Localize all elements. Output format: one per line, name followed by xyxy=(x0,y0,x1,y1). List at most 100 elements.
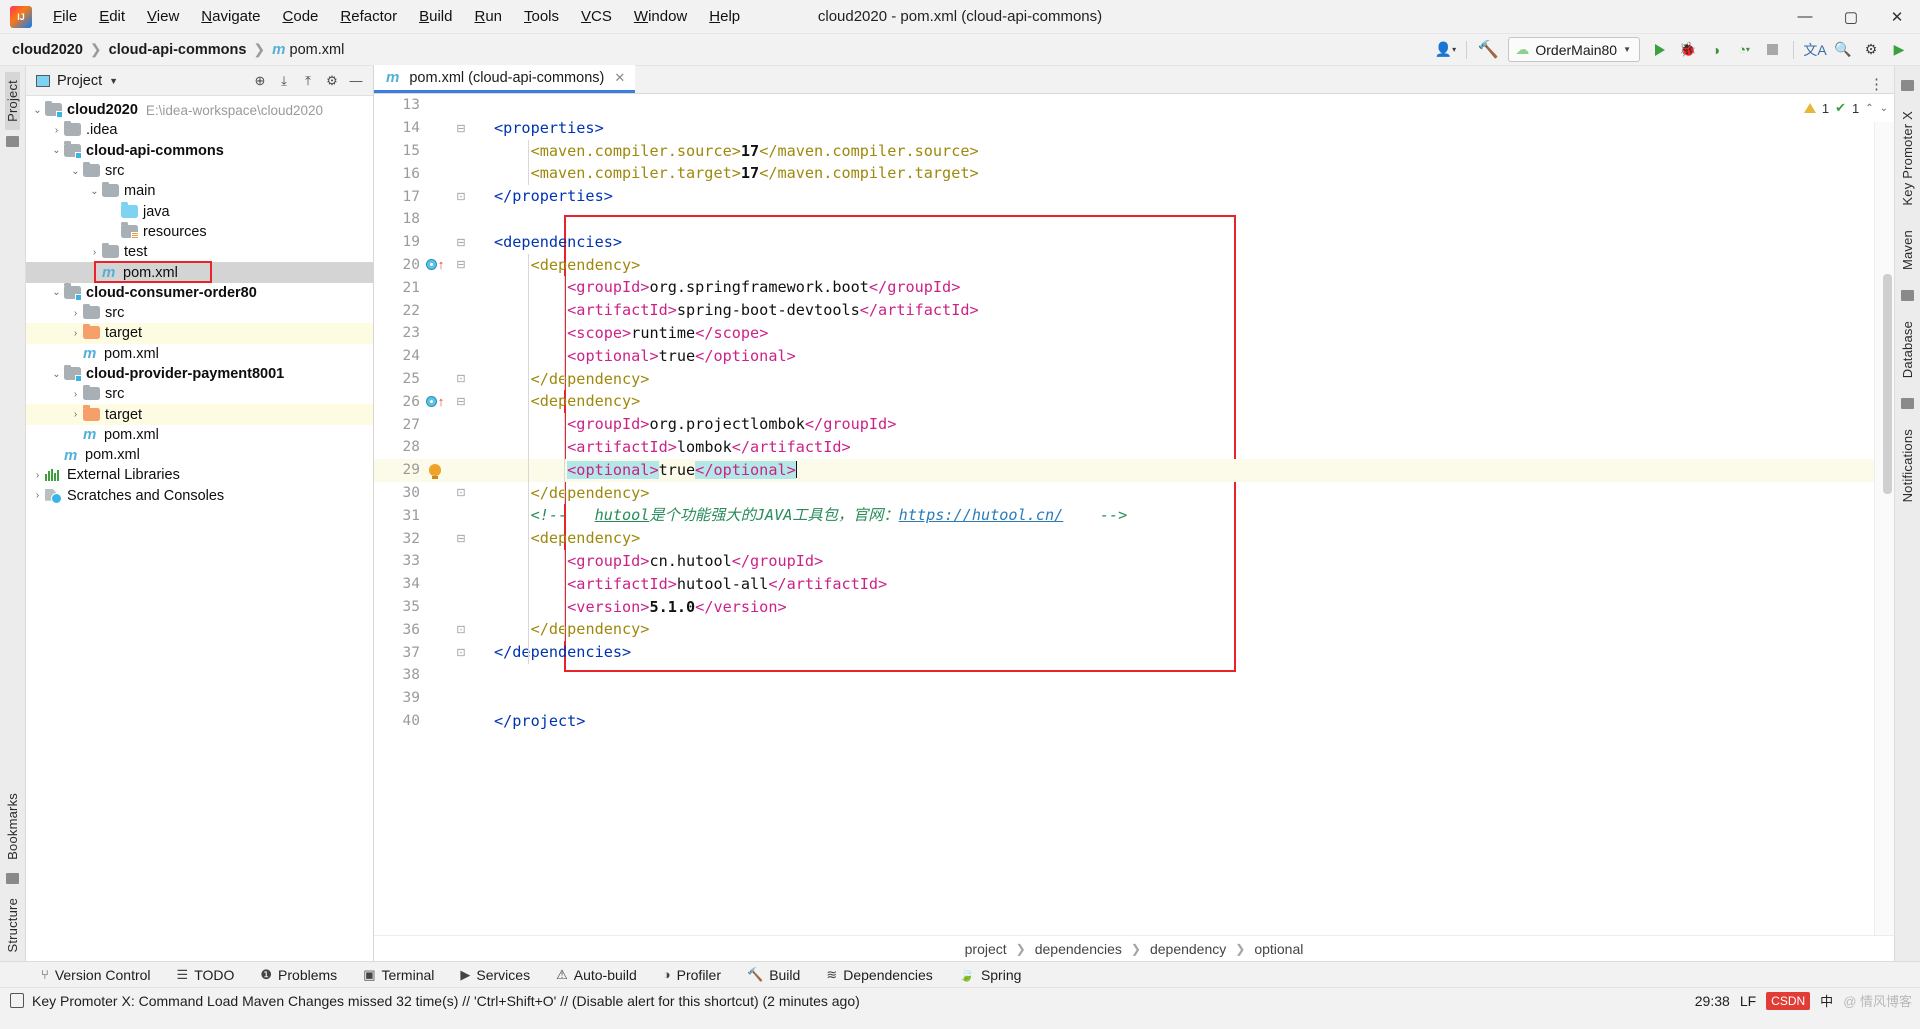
tree-node-src[interactable]: › src xyxy=(26,303,373,323)
code-line[interactable]: <dependencies> xyxy=(486,231,1874,254)
bookmark-icon[interactable] xyxy=(6,873,19,885)
menu-file[interactable]: File xyxy=(42,4,88,30)
translate-icon[interactable]: 文A xyxy=(1802,38,1828,62)
code-line[interactable]: <groupId>cn.hutool</groupId> xyxy=(486,550,1874,573)
tab-pom-xml[interactable]: m pom.xml (cloud-api-commons) ✕ xyxy=(374,65,636,93)
tree-node-cloud2020[interactable]: ⌄ cloud2020 E:\idea-workspace\cloud2020 xyxy=(26,100,373,120)
code-line[interactable]: <dependency> xyxy=(486,527,1874,550)
close-button[interactable]: ✕ xyxy=(1874,0,1920,34)
chevron-down-icon[interactable]: ⌄ xyxy=(49,369,64,380)
code-line[interactable]: </properties> xyxy=(486,185,1874,208)
menu-build[interactable]: Build xyxy=(408,4,463,30)
fold-toggle-icon[interactable]: ⊡ xyxy=(450,623,472,636)
code-line[interactable]: <optional>true</optional> xyxy=(486,458,1874,482)
locate-icon[interactable]: ⊕ xyxy=(249,70,271,92)
close-icon[interactable]: ✕ xyxy=(614,70,625,86)
tool-window-todo[interactable]: ☰ TODO xyxy=(164,967,248,983)
tool-window-build[interactable]: 🔨 Build xyxy=(734,967,813,983)
tree-node-main[interactable]: ⌄ main xyxy=(26,181,373,201)
fold-toggle-icon[interactable]: ⊟ xyxy=(450,236,472,249)
code-line[interactable] xyxy=(486,664,1874,687)
editor-tab-options[interactable]: ⋮ xyxy=(1869,75,1894,93)
override-arrow-icon[interactable]: ↑ xyxy=(438,258,445,271)
editor-scrollbar-thumb[interactable] xyxy=(1883,274,1892,494)
notification-icon[interactable] xyxy=(10,993,24,1008)
code-content[interactable]: <properties> <maven.compiler.source>17</… xyxy=(486,94,1874,935)
ime-indicator[interactable]: 中 xyxy=(1820,991,1833,1010)
tree-node-src[interactable]: ⌄ src xyxy=(26,161,373,181)
chevron-down-icon[interactable]: ▼ xyxy=(109,76,118,86)
menu-run[interactable]: Run xyxy=(463,4,513,30)
updates-icon[interactable]: ▶ xyxy=(1886,38,1912,62)
line-separator[interactable]: LF xyxy=(1740,993,1756,1009)
code-line[interactable]: </dependency> xyxy=(486,618,1874,641)
code-line[interactable] xyxy=(486,208,1874,231)
strip-button-maven[interactable]: Maven xyxy=(1900,220,1915,280)
menu-help[interactable]: Help xyxy=(698,4,751,30)
hide-icon[interactable]: — xyxy=(345,70,367,92)
stop-button[interactable] xyxy=(1759,38,1785,62)
tool-window-dependencies[interactable]: ≋ Dependencies xyxy=(813,967,945,983)
menu-view[interactable]: View xyxy=(136,4,190,30)
notifications-icon[interactable] xyxy=(1901,397,1914,409)
editor-breadcrumb-item[interactable]: project xyxy=(965,941,1007,957)
override-arrow-icon[interactable]: ↑ xyxy=(438,395,445,408)
chevron-right-icon[interactable]: › xyxy=(68,389,83,400)
editor-breadcrumb-item[interactable]: optional xyxy=(1254,941,1303,957)
code-line[interactable]: </dependency> xyxy=(486,482,1874,505)
tree-node-target[interactable]: › target xyxy=(26,404,373,425)
project-tree[interactable]: ⌄ cloud2020 E:\idea-workspace\cloud2020 › .i… xyxy=(26,96,373,961)
code-line[interactable]: <groupId>org.springframework.boot</group… xyxy=(486,276,1874,299)
tree-node-scratches-and-consoles[interactable]: › Scratches and Consoles xyxy=(26,486,373,506)
tree-node--idea[interactable]: › .idea xyxy=(26,120,373,140)
code-line[interactable]: <maven.compiler.target>17</maven.compile… xyxy=(486,162,1874,185)
menu-refactor[interactable]: Refactor xyxy=(329,4,408,30)
strip-button-structure[interactable]: Structure xyxy=(5,890,20,961)
code-line[interactable]: <!-- hutool是个功能强大的JAVA工具包，官网：https://hut… xyxy=(486,504,1874,527)
profiler-button[interactable]: ◔ ▾ xyxy=(1731,38,1757,62)
minimize-button[interactable]: — xyxy=(1782,0,1828,34)
tree-node-java[interactable]: · java xyxy=(26,201,373,221)
gear-icon[interactable]: ⚙ xyxy=(321,70,343,92)
tree-node-cloud-api-commons[interactable]: ⌄ cloud-api-commons xyxy=(26,141,373,161)
chevron-right-icon[interactable]: › xyxy=(68,409,83,420)
user-icon[interactable]: 👤 ▾ xyxy=(1432,38,1458,62)
spring-bean-icon[interactable] xyxy=(425,259,437,271)
run-button[interactable] xyxy=(1647,38,1673,62)
maximize-button[interactable]: ▢ xyxy=(1828,0,1874,34)
strip-button-project[interactable]: Project xyxy=(5,72,20,130)
menu-tools[interactable]: Tools xyxy=(513,4,570,30)
code-line[interactable]: <dependency> xyxy=(486,390,1874,413)
menu-code[interactable]: Code xyxy=(272,4,330,30)
tree-node-pom-xml[interactable]: ·m pom.xml xyxy=(26,262,373,283)
collapse-all-icon[interactable]: ⤒ xyxy=(297,70,319,92)
chevron-up-icon[interactable]: ⌃ xyxy=(1865,103,1873,114)
gutter-icons[interactable]: ↑ xyxy=(420,258,450,271)
fold-toggle-icon[interactable]: ⊟ xyxy=(450,258,472,271)
run-configuration-selector[interactable]: ☁ OrderMain80 ▼ xyxy=(1508,37,1640,62)
strip-button-key-promoter-x[interactable]: Key Promoter X xyxy=(1900,101,1915,216)
tree-node-cloud-consumer-order80[interactable]: ⌄ cloud-consumer-order80 xyxy=(26,283,373,303)
editor-breadcrumb-item[interactable]: dependencies xyxy=(1035,941,1122,957)
intention-bulb-icon[interactable] xyxy=(429,464,441,480)
code-line[interactable]: </project> xyxy=(486,710,1874,733)
search-icon[interactable]: 🔍 xyxy=(1830,38,1856,62)
tool-window-services[interactable]: ▶ Services xyxy=(447,967,543,983)
fold-toggle-icon[interactable]: ⊡ xyxy=(450,190,472,203)
tree-node-external-libraries[interactable]: › External Libraries xyxy=(26,465,373,485)
strip-button-notifications[interactable]: Notifications xyxy=(1900,419,1915,512)
structure-strip-icon[interactable] xyxy=(6,135,19,147)
menu-vcs[interactable]: VCS xyxy=(570,4,623,30)
code-line[interactable] xyxy=(486,687,1874,710)
tool-window-version-control[interactable]: ⑂ Version Control xyxy=(28,967,164,983)
fold-toggle-icon[interactable]: ⊟ xyxy=(450,122,472,135)
tree-node-src[interactable]: › src xyxy=(26,384,373,404)
fold-toggle-icon[interactable]: ⊡ xyxy=(450,372,472,385)
chevron-down-icon[interactable]: ⌄ xyxy=(1880,103,1888,114)
tool-window-auto-build[interactable]: ⚠ Auto-build xyxy=(543,967,650,983)
run-with-coverage-button[interactable]: ◑ xyxy=(1703,38,1729,62)
chevron-down-icon[interactable]: ⌄ xyxy=(87,186,102,197)
menu-navigate[interactable]: Navigate xyxy=(190,4,271,30)
breadcrumb-project[interactable]: cloud2020 xyxy=(12,42,83,58)
tool-window-profiler[interactable]: ◑ Profiler xyxy=(650,967,734,983)
